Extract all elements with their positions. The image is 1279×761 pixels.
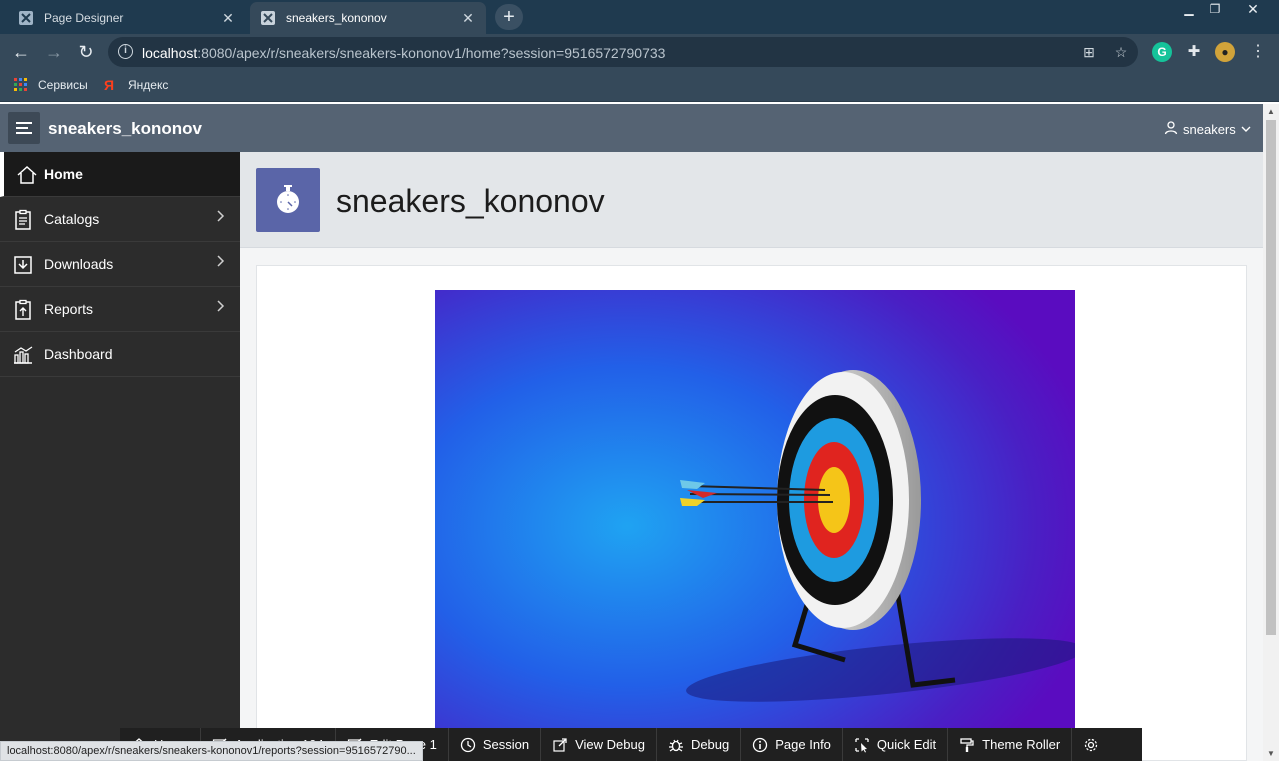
tab-close-icon[interactable]: ✕ [220, 10, 236, 27]
window-restore-icon[interactable]: ❐ [1202, 0, 1228, 18]
devbar-label: Quick Edit [876, 737, 937, 752]
page-title: sneakers_kononov [336, 183, 605, 219]
archery-target-image [435, 290, 1075, 761]
grammarly-extension-icon[interactable]: G [1152, 42, 1172, 62]
nav-label: Home [44, 166, 83, 182]
devbar-label: Page Info [775, 737, 831, 752]
forward-icon[interactable]: → [42, 40, 66, 64]
paint-roller-icon [960, 737, 974, 752]
profile-avatar[interactable]: ● [1215, 42, 1235, 62]
devbar-session-button[interactable]: Session [449, 728, 542, 761]
chevron-right-icon[interactable] [216, 254, 226, 273]
info-icon [753, 737, 768, 752]
nav-item-home[interactable]: Home [0, 152, 240, 197]
nav-item-dashboard[interactable]: Dashboard [0, 332, 240, 377]
browser-status-url: localhost:8080/apex/r/sneakers/sneakers-… [0, 741, 423, 761]
address-url[interactable]: localhost:8080/apex/r/sneakers/sneakers-… [142, 45, 665, 61]
bug-icon [668, 739, 683, 751]
devbar-view-debug-button[interactable]: View Debug [541, 728, 657, 761]
devbar-theme-roller-button[interactable]: Theme Roller [948, 728, 1073, 761]
nav-label: Reports [44, 301, 94, 317]
bookmarks-bar: Сервисы Я Яндекс [0, 70, 1279, 102]
navigation-toggle-button[interactable] [8, 112, 40, 144]
stopwatch-icon [256, 168, 320, 232]
bookmark-star-icon[interactable]: ☆ [1112, 44, 1130, 62]
scrollbar-thumb[interactable] [1266, 120, 1276, 635]
chevron-right-icon[interactable] [216, 209, 226, 228]
content-region [256, 265, 1247, 761]
browser-tab-page-designer[interactable]: Page Designer ✕ [8, 2, 246, 34]
tab-close-icon[interactable]: ✕ [460, 10, 476, 27]
devbar-label: Session [482, 737, 530, 752]
clipboard-icon [12, 209, 34, 231]
main-content: sneakers_kononov [240, 152, 1263, 761]
apps-grid-icon [14, 78, 28, 92]
devbar-debug-button[interactable]: Debug [657, 728, 742, 761]
app-title[interactable]: sneakers_kononov [48, 119, 202, 139]
devbar-quick-edit-button[interactable]: Quick Edit [843, 728, 949, 761]
quick-edit-icon [855, 737, 869, 752]
download-icon [12, 254, 34, 276]
window-close-icon[interactable]: ✕ [1230, 0, 1276, 18]
chevron-right-icon[interactable] [216, 299, 226, 318]
tab-title: Page Designer [44, 11, 124, 25]
browser-toolbar: ← → ↻ i localhost:8080/apex/r/sneakers/s… [0, 34, 1279, 70]
bookmark-yandex[interactable]: Я Яндекс [104, 78, 168, 92]
apex-favicon-icon [260, 10, 276, 26]
address-bar[interactable]: i localhost:8080/apex/r/sneakers/sneaker… [108, 37, 1138, 67]
browser-menu-icon[interactable]: ⋮ [1248, 42, 1268, 62]
nav-label: Downloads [44, 256, 114, 272]
nav-label: Dashboard [44, 346, 113, 362]
chevron-down-icon [1241, 122, 1251, 137]
session-icon [460, 737, 475, 752]
side-navigation: Home Catalogs Downloads Reports Dashboar… [0, 152, 240, 761]
nav-item-downloads[interactable]: Downloads [0, 242, 240, 287]
nav-item-catalogs[interactable]: Catalogs [0, 197, 240, 242]
clipboard-upload-icon [12, 299, 34, 321]
devbar-label: Debug [690, 737, 730, 752]
browser-tab-sneakers[interactable]: sneakers_kononov ✕ [250, 2, 486, 34]
bar-chart-icon [12, 344, 34, 366]
tab-title: sneakers_kononov [286, 11, 387, 25]
nav-label: Catalogs [44, 211, 100, 227]
page-scrollbar[interactable]: ▲ ▼ [1263, 104, 1279, 761]
home-icon [16, 164, 38, 186]
scroll-up-icon[interactable]: ▲ [1267, 107, 1275, 116]
scroll-down-icon[interactable]: ▼ [1267, 749, 1275, 758]
window-minimize-icon[interactable]: ▁ [1176, 0, 1202, 18]
nav-item-reports[interactable]: Reports [0, 287, 240, 332]
bookmark-label: Сервисы [38, 78, 88, 92]
site-info-icon[interactable]: i [118, 44, 133, 59]
translate-icon[interactable]: ⊞ [1080, 44, 1098, 62]
hero-region: sneakers_kononov [240, 152, 1263, 248]
devbar-label: View Debug [575, 737, 645, 752]
bookmark-services[interactable]: Сервисы [14, 78, 88, 92]
back-icon[interactable]: ← [9, 40, 33, 64]
devbar-label: Theme Roller [982, 737, 1061, 752]
devbar-page-info-button[interactable]: Page Info [741, 728, 843, 761]
user-menu[interactable]: sneakers [1164, 121, 1251, 138]
new-tab-button[interactable]: + [495, 4, 523, 30]
reload-icon[interactable]: ↻ [74, 40, 98, 64]
apex-favicon-icon [18, 10, 34, 26]
gear-icon [1085, 738, 1098, 751]
user-icon [1164, 121, 1178, 138]
user-name: sneakers [1183, 122, 1236, 137]
devbar-settings-button[interactable] [1072, 728, 1110, 761]
bookmark-label: Яндекс [128, 78, 169, 92]
external-link-icon [553, 737, 567, 752]
app-header: sneakers_kononov sneakers [0, 104, 1263, 152]
browser-tab-strip: Page Designer ✕ sneakers_kononov ✕ + ▁ ❐… [0, 0, 1279, 34]
yandex-icon: Я [104, 77, 115, 93]
extensions-puzzle-icon[interactable]: ✚ [1184, 42, 1204, 62]
